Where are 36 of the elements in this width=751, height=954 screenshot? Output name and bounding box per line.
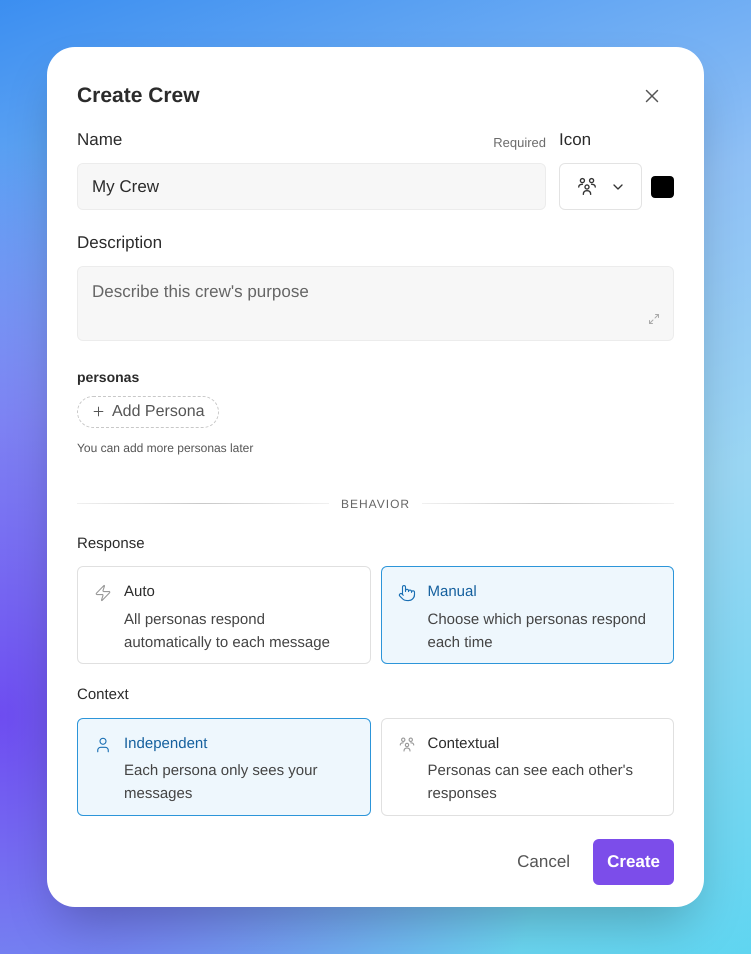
option-title: Independent <box>124 734 208 754</box>
group-label: Response <box>77 534 146 554</box>
create-button[interactable]: Create <box>593 838 674 884</box>
divider-label: BEHAVIOR <box>340 496 410 512</box>
field-label: Description <box>77 232 164 254</box>
color-swatch[interactable] <box>651 176 674 198</box>
option-card[interactable]: Manual Choose which personas respond each time <box>380 566 674 664</box>
option-title: Auto <box>124 582 156 602</box>
icon-dropdown[interactable] <box>559 163 642 210</box>
field-label: Icon <box>559 128 592 150</box>
person-icon <box>94 736 112 754</box>
lightning-icon <box>94 584 112 602</box>
expand-icon <box>648 312 660 324</box>
option-description: All personas respond automatically to each message <box>124 610 331 652</box>
option-description: Each persona only sees your messages <box>124 761 318 804</box>
hand-icon <box>398 584 416 602</box>
name-input[interactable]: My Crew <box>77 163 546 210</box>
required-hint: Required <box>493 134 546 152</box>
option-title: Contextual <box>428 734 500 754</box>
description-textarea[interactable]: Describe this crew's purpose <box>77 266 674 340</box>
helper-text: You can add more personas later <box>77 440 254 456</box>
option-title: Manual <box>428 582 478 602</box>
option-card[interactable]: Independent Each persona only sees your messages <box>77 718 370 816</box>
option-description: Choose which personas respond each time <box>428 610 647 652</box>
section-label: personas <box>77 368 140 387</box>
plus-icon <box>91 404 106 419</box>
cancel-button[interactable]: Cancel <box>517 848 570 874</box>
people-icon <box>398 736 416 754</box>
group-label: Context <box>77 685 130 705</box>
option-card[interactable]: Contextual Personas can see each other's responses <box>380 718 674 816</box>
field-label: Name <box>77 128 122 150</box>
option-description: Personas can see each other's responses <box>428 761 634 804</box>
add-persona-button[interactable]: Add Persona <box>77 396 219 428</box>
dialog-title: Create Crew <box>77 83 200 110</box>
option-card[interactable]: Auto All personas respond automatically to each message <box>77 566 370 664</box>
people-icon <box>576 176 598 198</box>
